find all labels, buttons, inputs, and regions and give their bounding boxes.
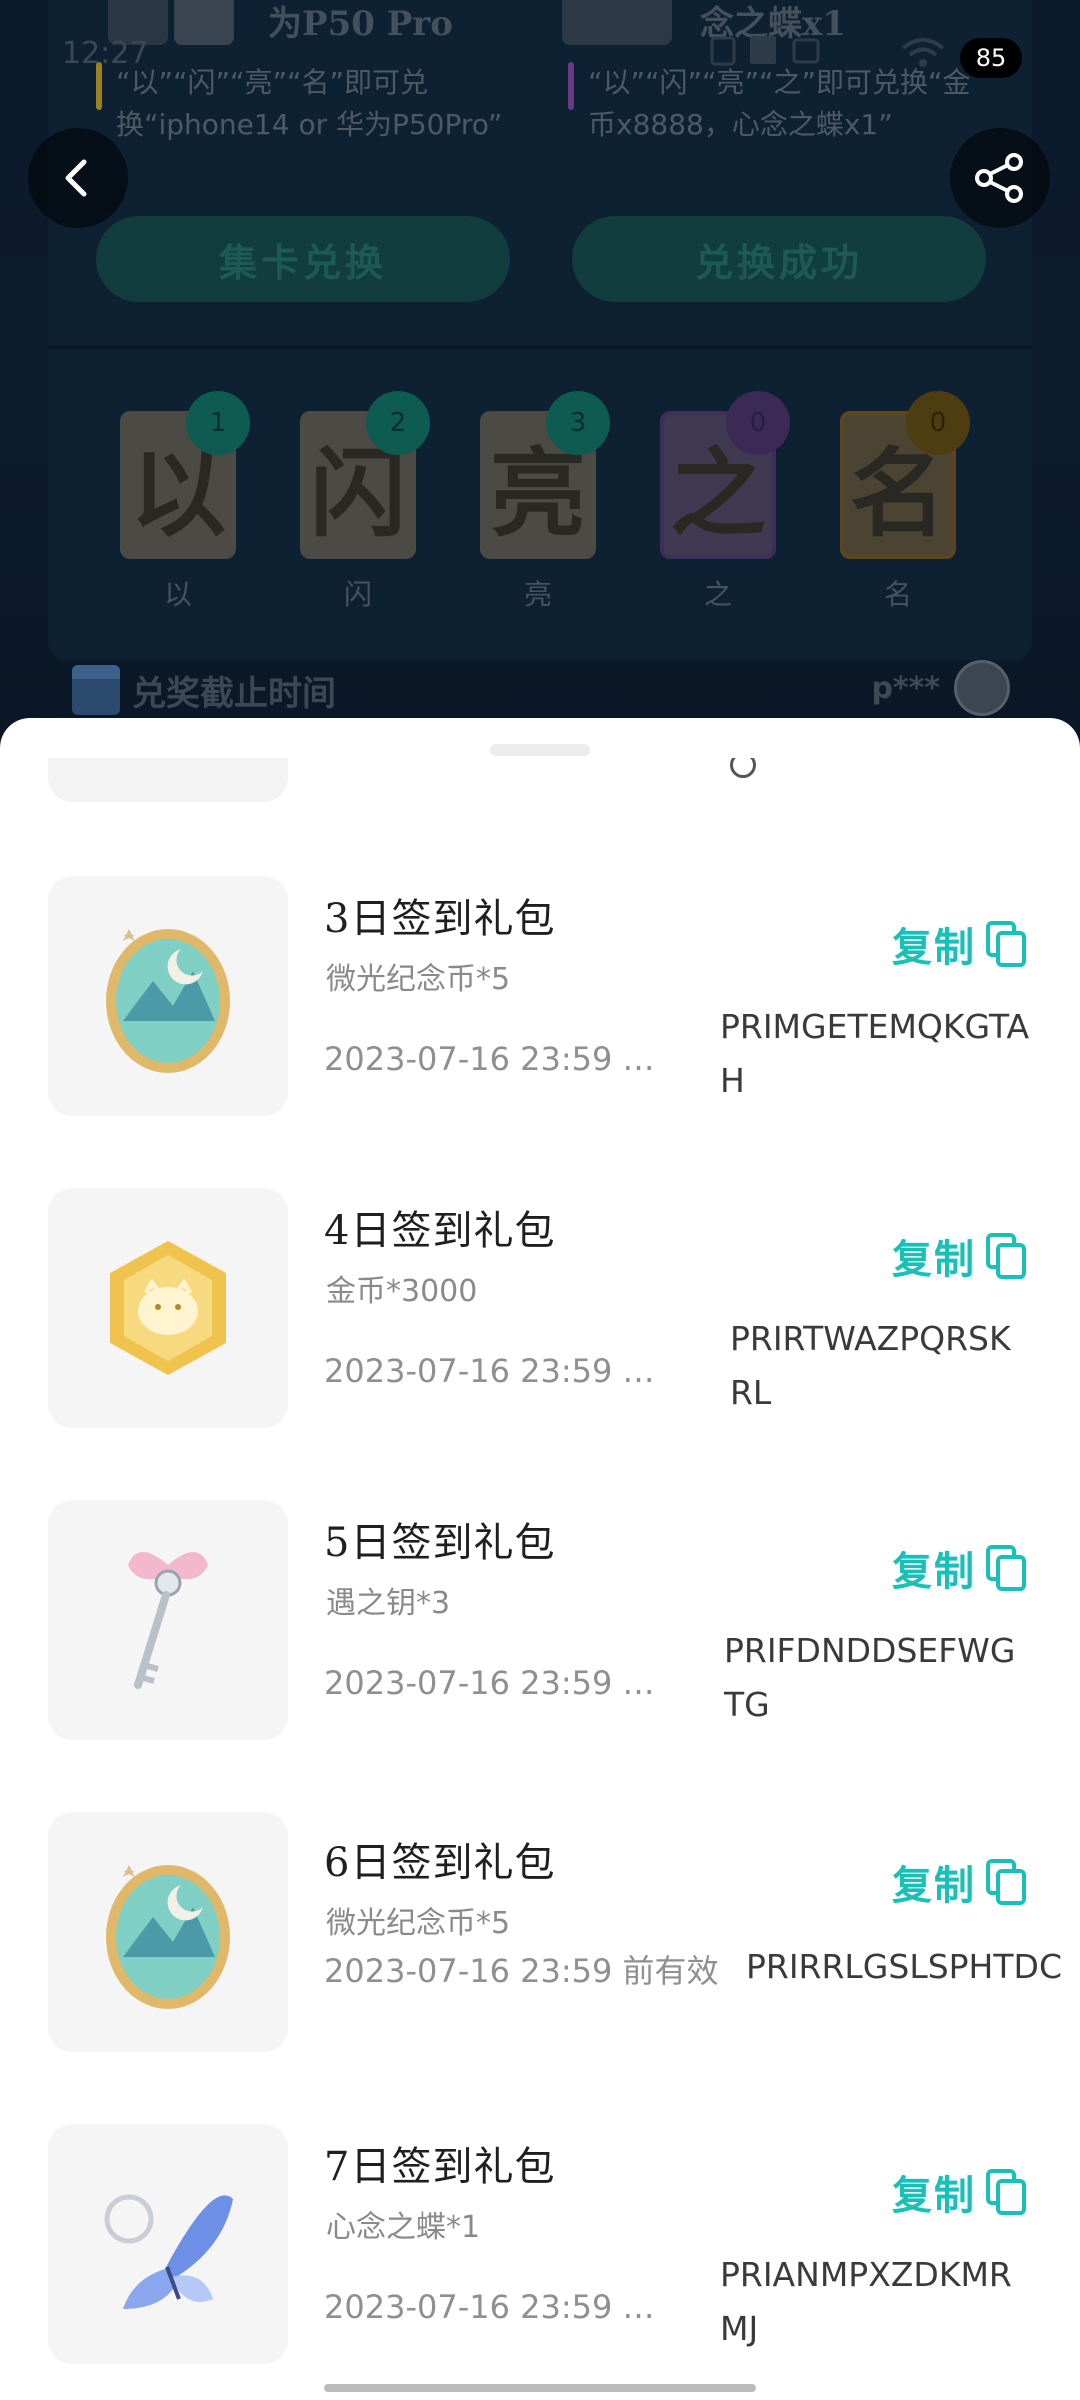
panel-divider [48, 345, 1032, 349]
char-card-ming[interactable]: 名 0 名 [840, 391, 970, 611]
list-item: 7日签到礼包 心念之蝶*1 2023-07-16 23:59 前有效 PRIAN… [0, 2124, 1080, 2374]
copy-icon [986, 1859, 1026, 1905]
gift-code-sheet: 3日签到礼包 微光纪念币*5 2023-07-16 23:59 前有效 PRIM… [0, 718, 1080, 2400]
count-badge: 1 [186, 391, 250, 455]
copy-label: 复制 [892, 2172, 976, 2219]
char-card-zhi[interactable]: 之 0 之 [660, 391, 790, 611]
item-title: 6日签到礼包 [324, 1840, 556, 1886]
char-card-liang[interactable]: 亮 3 亮 [480, 391, 610, 611]
char-card-yi[interactable]: 以 1 以 [120, 391, 250, 611]
previous-item-thumbnail [48, 758, 288, 802]
chevron-left-icon [65, 159, 87, 197]
character-card-row: 以 1 以 闪 2 闪 亮 3 亮 之 0 之 名 0 名 [120, 391, 980, 611]
exchange-success-button[interactable]: 兑换成功 [572, 216, 986, 302]
status-bar: 12:27 85 [0, 0, 1080, 110]
item-thumbnail [48, 2124, 288, 2364]
copy-icon [986, 921, 1026, 967]
copy-label: 复制 [892, 1862, 976, 1909]
count-badge: 2 [366, 391, 430, 455]
sheet-drag-handle[interactable] [490, 744, 590, 756]
copy-button[interactable]: 复制 [892, 1852, 1028, 1912]
item-thumbnail [48, 876, 288, 1116]
previous-item-code [728, 758, 758, 788]
item-expiry: 2023-07-16 23:59 前有效 [324, 2288, 684, 2326]
item-title: 5日签到礼包 [324, 1520, 556, 1566]
redeem-code: PRIRRLGSLSPHTDC [746, 1947, 1062, 1986]
item-thumbnail [48, 1812, 288, 2052]
copy-icon [986, 1545, 1026, 1591]
deadline-label: 兑奖截止时间 [132, 673, 336, 714]
redeem-code: PRIFDNDDSEFWGTG [724, 1631, 1016, 1724]
gold-coin-icon [110, 1241, 226, 1375]
item-description: 金币*3000 [326, 1274, 478, 1309]
item-expiry: 2023-07-16 23:59 前有效 [324, 1952, 719, 1990]
item-title: 4日签到礼包 [324, 1208, 556, 1254]
copy-button[interactable]: 复制 [892, 2162, 1028, 2222]
status-indicator-icons [710, 36, 820, 66]
background-page: 为P50 Pro “以”“闪”“亮”“名”即可兑换“iphone14 or 华为… [0, 0, 1080, 740]
status-time: 12:27 [62, 36, 149, 71]
copy-label: 复制 [892, 1548, 976, 1595]
char-caption: 以 [163, 578, 192, 611]
char-caption: 名 [883, 578, 912, 611]
deadline-row: 兑奖截止时间 [72, 660, 336, 720]
char-caption: 之 [703, 578, 732, 611]
list-item: 6日签到礼包 微光纪念币*5 2023-07-16 23:59 前有效 PRIR… [0, 1812, 1080, 2062]
list-item: 3日签到礼包 微光纪念币*5 2023-07-16 23:59 前有效 PRIM… [0, 876, 1080, 1126]
item-expiry: 2023-07-16 23:59 前有效 [324, 1352, 684, 1390]
item-expiry: 2023-07-16 23:59 前有效 [324, 1664, 684, 1702]
count-badge: 3 [546, 391, 610, 455]
coin-medal-icon [106, 1865, 230, 2009]
redeem-code: PRIMGETEMQKGTAH [720, 1007, 1030, 1100]
copy-label: 复制 [892, 1236, 976, 1283]
copy-button[interactable]: 复制 [892, 1226, 1028, 1286]
wifi-icon [901, 38, 945, 67]
avatar [954, 660, 1010, 716]
item-description: 微光纪念币*5 [326, 1906, 511, 1941]
item-description: 遇之钥*3 [326, 1586, 451, 1621]
item-title: 3日签到礼包 [324, 896, 556, 942]
copy-button[interactable]: 复制 [892, 914, 1028, 974]
item-thumbnail [48, 1188, 288, 1428]
item-title: 7日签到礼包 [324, 2144, 556, 2190]
key-icon [128, 1552, 208, 1689]
copy-label: 复制 [892, 924, 976, 971]
item-description: 微光纪念币*5 [326, 962, 511, 997]
coin-medal-icon [106, 929, 230, 1073]
back-button[interactable] [28, 128, 128, 228]
char-caption: 闪 [343, 578, 372, 611]
item-thumbnail [48, 1500, 288, 1740]
share-button[interactable] [950, 128, 1050, 228]
count-badge: 0 [906, 391, 970, 455]
username: p*** [871, 670, 940, 706]
copy-button[interactable]: 复制 [892, 1538, 1028, 1598]
butterfly-icon [104, 2194, 233, 2309]
user-chip: p*** [871, 660, 1010, 716]
char-caption: 亮 [523, 578, 552, 611]
collect-exchange-button[interactable]: 集卡兑换 [96, 216, 510, 302]
redeem-code: PRIANMPXZDKMRMJ [720, 2255, 1012, 2348]
copy-icon [986, 2169, 1026, 2215]
count-badge: 0 [726, 391, 790, 455]
item-expiry: 2023-07-16 23:59 前有效 [324, 1040, 684, 1078]
home-indicator[interactable] [324, 2384, 756, 2392]
copy-icon [986, 1233, 1026, 1279]
redeem-code: PRIRTWAZPQRSKRL [730, 1319, 1011, 1412]
char-card-shan[interactable]: 闪 2 闪 [300, 391, 430, 611]
item-description: 心念之蝶*1 [326, 2210, 481, 2245]
list-item: 5日签到礼包 遇之钥*3 2023-07-16 23:59 前有效 PRIFDN… [0, 1500, 1080, 1750]
share-icon [975, 153, 1023, 203]
calendar-icon [72, 665, 120, 715]
list-item: 4日签到礼包 金币*3000 2023-07-16 23:59 前有效 PRIR… [0, 1188, 1080, 1438]
battery-indicator: 85 [960, 38, 1022, 78]
